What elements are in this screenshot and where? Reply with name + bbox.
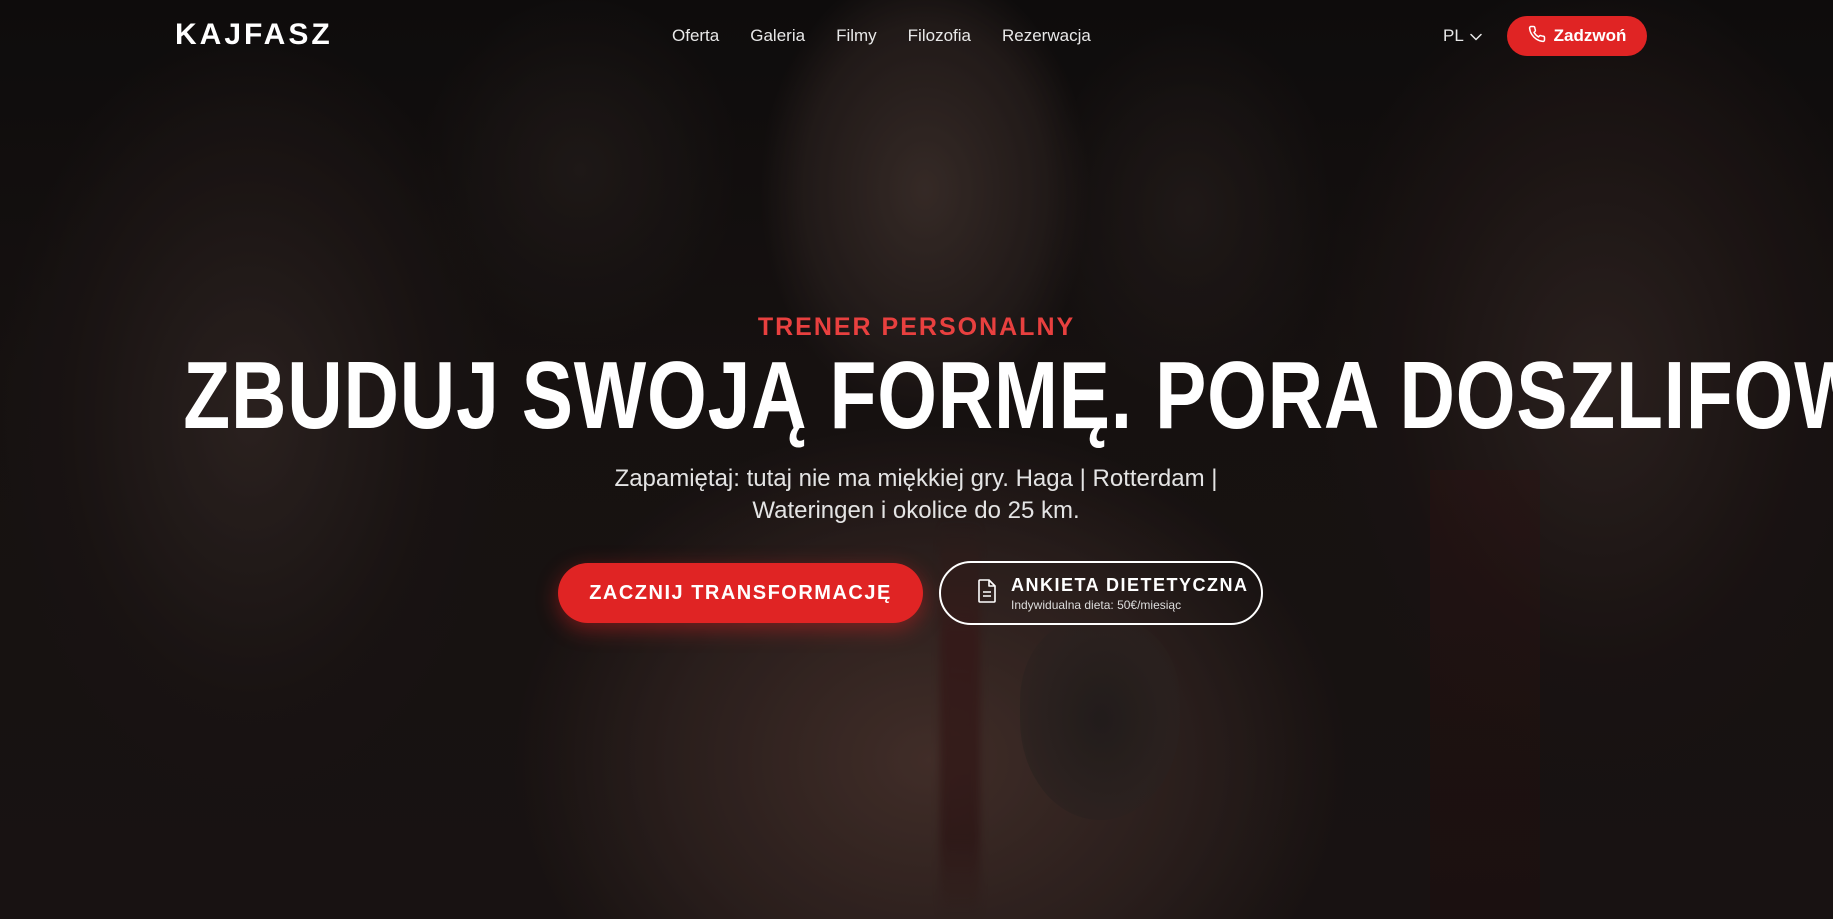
site-logo[interactable]: KAJFASZ (175, 18, 333, 52)
nav-link-oferta[interactable]: Oferta (672, 26, 719, 46)
call-button[interactable]: Zadzwoń (1507, 16, 1647, 56)
hero-headline: ZBUDUJ SWOJĄ FORMĘ. PORA DOSZLIFOWAĆ DIA… (183, 342, 1833, 449)
hero-section: KAJFASZ Oferta Galeria Filmy Filozofia R… (0, 0, 1833, 921)
nav-link-galeria[interactable]: Galeria (750, 26, 805, 46)
hero-overlay (0, 0, 1833, 921)
chevron-down-icon (1470, 26, 1482, 46)
hero-subtext: Zapamiętaj: tutaj nie ma miękkiej gry. H… (614, 465, 1218, 524)
nav-link-filozofia[interactable]: Filozofia (908, 26, 971, 46)
language-label: PL (1443, 26, 1464, 45)
diet-survey-title: ANKIETA DIETETYCZNA (1011, 574, 1249, 595)
document-icon (977, 579, 997, 607)
nav-link-filmy[interactable]: Filmy (836, 26, 877, 46)
phone-icon (1528, 25, 1546, 48)
main-nav: Oferta Galeria Filmy Filozofia Rezerwacj… (672, 26, 1091, 46)
diet-survey-subtitle: Indywidualna dieta: 50€/miesiąc (1011, 597, 1182, 612)
diet-survey-button[interactable]: ANKIETA DIETETYCZNA Indywidualna dieta: … (939, 561, 1263, 625)
nav-link-rezerwacja[interactable]: Rezerwacja (1002, 26, 1091, 46)
call-button-label: Zadzwoń (1553, 26, 1627, 45)
start-transformation-button[interactable]: ZACZNIJ TRANSFORMACJĘ (558, 563, 923, 623)
site-header: KAJFASZ Oferta Galeria Filmy Filozofia R… (0, 0, 1833, 72)
diet-survey-texts: ANKIETA DIETETYCZNA Indywidualna dieta: … (1011, 575, 1249, 612)
hero-kicker: TRENER PERSONALNY (757, 313, 1076, 341)
language-selector[interactable]: PL (1443, 26, 1482, 46)
